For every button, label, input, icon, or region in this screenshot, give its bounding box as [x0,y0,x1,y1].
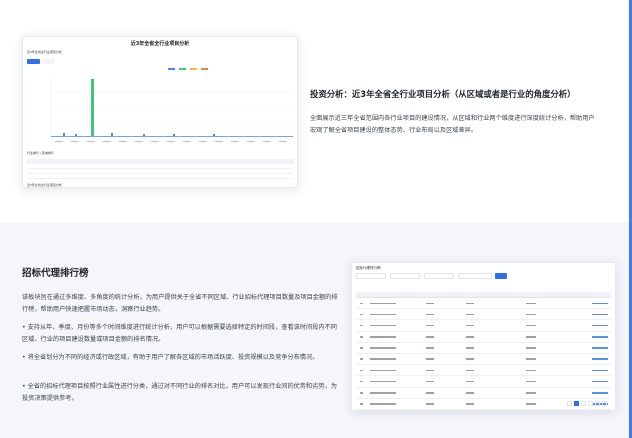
agency-bullet-region: • 将全省划分为不同的经济或行政区域，有助于用户了解各区域的市场活跃度、投资规模… [22,354,319,361]
table-row [356,376,611,388]
ranking-table [27,159,293,183]
section-paragraph-investment: 全面展示近三年全省范围内各行业项目的建设情况，从区域和行业两个维度进行深度统计分… [310,115,595,134]
filter-input[interactable] [458,273,492,279]
bullet-text: 将全省划分为不同的经济或行政区域，有助于用户了解各区域的市场活跃度、投资规模以及… [27,354,319,361]
table-row [356,332,611,343]
screenshot-subtitle-2: 行业排行 / 区域排行 [27,151,54,155]
table-row [356,298,611,310]
agency-intro-paragraph: 该板块旨在通过多维度、多角度的统计分析，为用户提供关于全省不同区域、行业招标代理… [22,294,338,313]
query-button[interactable] [495,273,507,279]
agency-bullet-time: • 支持从年、季度、月份等多个时间维度进行统计分析，用户可以根据需要选择特定的时… [22,324,337,343]
table-row [356,343,611,354]
filter-input[interactable] [424,273,454,279]
table-row [356,309,611,321]
trend-line [51,136,293,137]
investment-analysis-screenshot: 近3年全省全行业项目分析 近3年全省全行业项目分析 行业排行 / 区域排行 近3… [22,36,298,188]
table-row [356,354,611,366]
prev-page-icon [567,401,572,406]
ranking-grid [356,292,611,410]
agency-bullet-industry: • 全省的招标代理项目按照行业属性进行分类，通过对不同行业的排名对比，用户可以发… [22,383,337,402]
section-heading-agency: 招标代理排行榜 [22,268,89,279]
screenshot-subtitle-3: 近3年全省全行业项目分析 [27,183,62,187]
bullet-text: 全省的招标代理项目按照行业属性进行分类，通过对不同行业的排名对比，用户可以发现行… [22,383,337,402]
filter-input[interactable] [390,273,420,279]
bullet-text: 支持从年、季度、月份等多个时间维度进行统计分析，用户可以根据需要选择特定的时间段… [22,324,337,343]
agency-ranking-screenshot: 招标代理排行榜 [351,262,616,411]
section-heading-investment: 投资分析：近3年全省全行业项目分析（从区域或者是行业的角度分析） [310,89,576,99]
chart-bar [91,79,94,137]
table-row [356,320,611,332]
pagination[interactable] [567,401,607,406]
filter-input[interactable] [356,273,386,279]
screenshot-title: 招标代理排行榜 [356,266,381,270]
table-row [356,388,611,399]
table-row [356,365,611,377]
next-page-icon [602,401,607,406]
